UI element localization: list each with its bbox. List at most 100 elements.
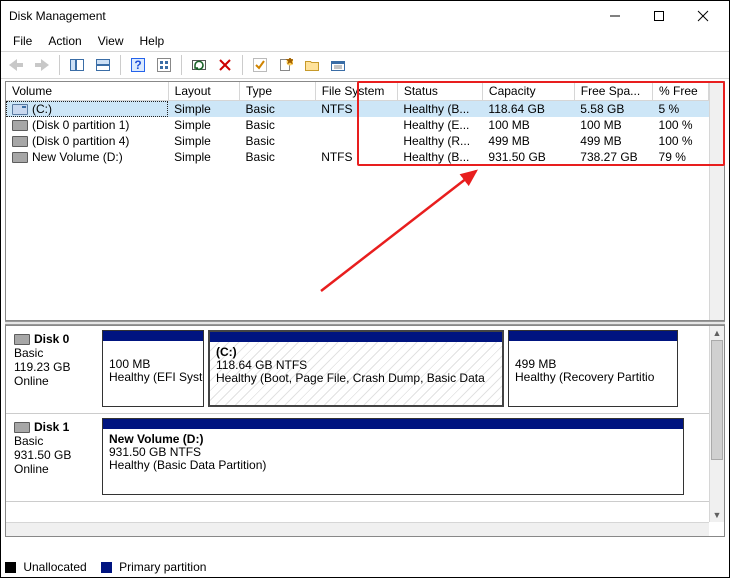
properties-button[interactable] xyxy=(327,54,349,76)
refresh-button[interactable] xyxy=(188,54,210,76)
toolbar: ? ★ xyxy=(1,51,729,79)
title-bar: Disk Management xyxy=(1,1,729,31)
table-row[interactable]: New Volume (D:)SimpleBasicNTFSHealthy (B… xyxy=(6,149,709,165)
cell-layout: Simple xyxy=(168,117,239,133)
col-volume[interactable]: Volume xyxy=(6,82,168,101)
disk-name: Disk 0 xyxy=(34,332,69,346)
col-type[interactable]: Type xyxy=(240,82,316,101)
col-status[interactable]: Status xyxy=(397,82,482,101)
table-row[interactable]: (C:)SimpleBasicNTFSHealthy (B...118.64 G… xyxy=(6,101,709,118)
partition-icon xyxy=(12,152,28,163)
settings-button[interactable] xyxy=(153,54,175,76)
partition-icon xyxy=(12,120,28,131)
cell-volume: (Disk 0 partition 4) xyxy=(6,133,168,149)
cell-free: 499 MB xyxy=(574,133,652,149)
maximize-button[interactable] xyxy=(637,2,681,30)
scroll-up-icon[interactable]: ▲ xyxy=(710,326,724,340)
cell-capacity: 931.50 GB xyxy=(482,149,574,165)
svg-text:?: ? xyxy=(134,58,141,72)
partition[interactable]: (C:)118.64 GB NTFSHealthy (Boot, Page Fi… xyxy=(208,330,504,407)
cell-pctfree: 79 % xyxy=(653,149,709,165)
partition[interactable]: 100 MBHealthy (EFI Syste xyxy=(102,330,204,407)
partitions: New Volume (D:)931.50 GB NTFSHealthy (Ba… xyxy=(102,414,709,501)
menu-file[interactable]: File xyxy=(5,32,40,50)
partition[interactable]: New Volume (D:)931.50 GB NTFSHealthy (Ba… xyxy=(102,418,684,495)
delete-button[interactable] xyxy=(214,54,236,76)
disk-state: Online xyxy=(14,462,96,476)
disk-row: Disk 1Basic931.50 GBOnlineNew Volume (D:… xyxy=(6,414,709,502)
minimize-button[interactable] xyxy=(593,2,637,30)
toolbar-view-1-button[interactable] xyxy=(66,54,88,76)
cell-free: 738.27 GB xyxy=(574,149,652,165)
legend: Unallocated Primary partition xyxy=(5,559,725,575)
graph-vertical-scrollbar[interactable]: ▲ ▼ xyxy=(709,326,724,522)
cell-pctfree: 100 % xyxy=(653,133,709,149)
close-button[interactable] xyxy=(681,2,725,30)
partition[interactable]: 499 MBHealthy (Recovery Partitio xyxy=(508,330,678,407)
disk-name: Disk 1 xyxy=(34,420,69,434)
nav-forward-button[interactable] xyxy=(31,54,53,76)
legend-unallocated: Unallocated xyxy=(5,560,87,574)
toolbar-separator xyxy=(59,55,60,75)
scroll-down-icon[interactable]: ▼ xyxy=(710,508,724,522)
swatch-unallocated xyxy=(5,562,16,573)
folder-button[interactable] xyxy=(301,54,323,76)
col-pctfree[interactable]: % Free xyxy=(653,82,709,101)
cell-volume: (C:) xyxy=(6,101,168,118)
partition-status: Healthy (Basic Data Partition) xyxy=(109,459,677,472)
cell-free: 5.58 GB xyxy=(574,101,652,118)
legend-primary-label: Primary partition xyxy=(119,560,206,574)
cell-free: 100 MB xyxy=(574,117,652,133)
drive-icon xyxy=(12,104,28,115)
partition-color-bar xyxy=(103,331,203,341)
table-row[interactable]: (Disk 0 partition 4)SimpleBasicHealthy (… xyxy=(6,133,709,149)
disk-type: Basic xyxy=(14,434,96,448)
partition-status: Healthy (Boot, Page File, Crash Dump, Ba… xyxy=(216,372,496,385)
graph-horizontal-scrollbar[interactable] xyxy=(6,522,709,536)
cell-volume: (Disk 0 partition 1) xyxy=(6,117,168,133)
window-title: Disk Management xyxy=(9,9,593,23)
col-free[interactable]: Free Spa... xyxy=(574,82,652,101)
disk-row: Disk 0Basic119.23 GBOnline 100 MBHealthy… xyxy=(6,326,709,414)
partition-color-bar xyxy=(509,331,677,341)
scrollbar-thumb[interactable] xyxy=(711,340,723,460)
cell-type: Basic xyxy=(240,149,316,165)
help-button[interactable]: ? xyxy=(127,54,149,76)
cell-capacity: 100 MB xyxy=(482,117,574,133)
toolbar-separator xyxy=(242,55,243,75)
nav-back-button[interactable] xyxy=(5,54,27,76)
partition-color-bar xyxy=(103,419,683,429)
table-row[interactable]: (Disk 0 partition 1)SimpleBasicHealthy (… xyxy=(6,117,709,133)
toolbar-separator xyxy=(120,55,121,75)
menu-action[interactable]: Action xyxy=(40,32,89,50)
disk-icon xyxy=(14,422,30,433)
disk-icon xyxy=(14,334,30,345)
cell-filesystem: NTFS xyxy=(315,149,397,165)
menu-bar: File Action View Help xyxy=(1,31,729,51)
new-button[interactable]: ★ xyxy=(275,54,297,76)
cell-status: Healthy (B... xyxy=(397,101,482,118)
cell-filesystem xyxy=(315,133,397,149)
menu-help[interactable]: Help xyxy=(132,32,173,50)
col-filesystem[interactable]: File System xyxy=(315,82,397,101)
toolbar-view-2-button[interactable] xyxy=(92,54,114,76)
column-headers[interactable]: Volume Layout Type File System Status Ca… xyxy=(6,82,709,101)
partition-status: Healthy (Recovery Partitio xyxy=(515,371,671,384)
partitions: 100 MBHealthy (EFI Syste(C:)118.64 GB NT… xyxy=(102,326,709,413)
col-layout[interactable]: Layout xyxy=(168,82,239,101)
partition-color-bar xyxy=(210,332,502,342)
legend-unallocated-label: Unallocated xyxy=(23,560,86,574)
menu-view[interactable]: View xyxy=(90,32,132,50)
volumes-list[interactable]: Volume Layout Type File System Status Ca… xyxy=(5,81,725,321)
legend-primary: Primary partition xyxy=(101,560,207,574)
disk-info: Disk 0Basic119.23 GBOnline xyxy=(6,326,102,413)
check-button[interactable] xyxy=(249,54,271,76)
cell-capacity: 499 MB xyxy=(482,133,574,149)
disk-info: Disk 1Basic931.50 GBOnline xyxy=(6,414,102,501)
list-vertical-scrollbar[interactable] xyxy=(709,82,724,320)
disk-size: 119.23 GB xyxy=(14,360,96,374)
cell-filesystem: NTFS xyxy=(315,101,397,118)
col-capacity[interactable]: Capacity xyxy=(482,82,574,101)
partition-status: Healthy (EFI Syste xyxy=(109,371,197,384)
cell-capacity: 118.64 GB xyxy=(482,101,574,118)
